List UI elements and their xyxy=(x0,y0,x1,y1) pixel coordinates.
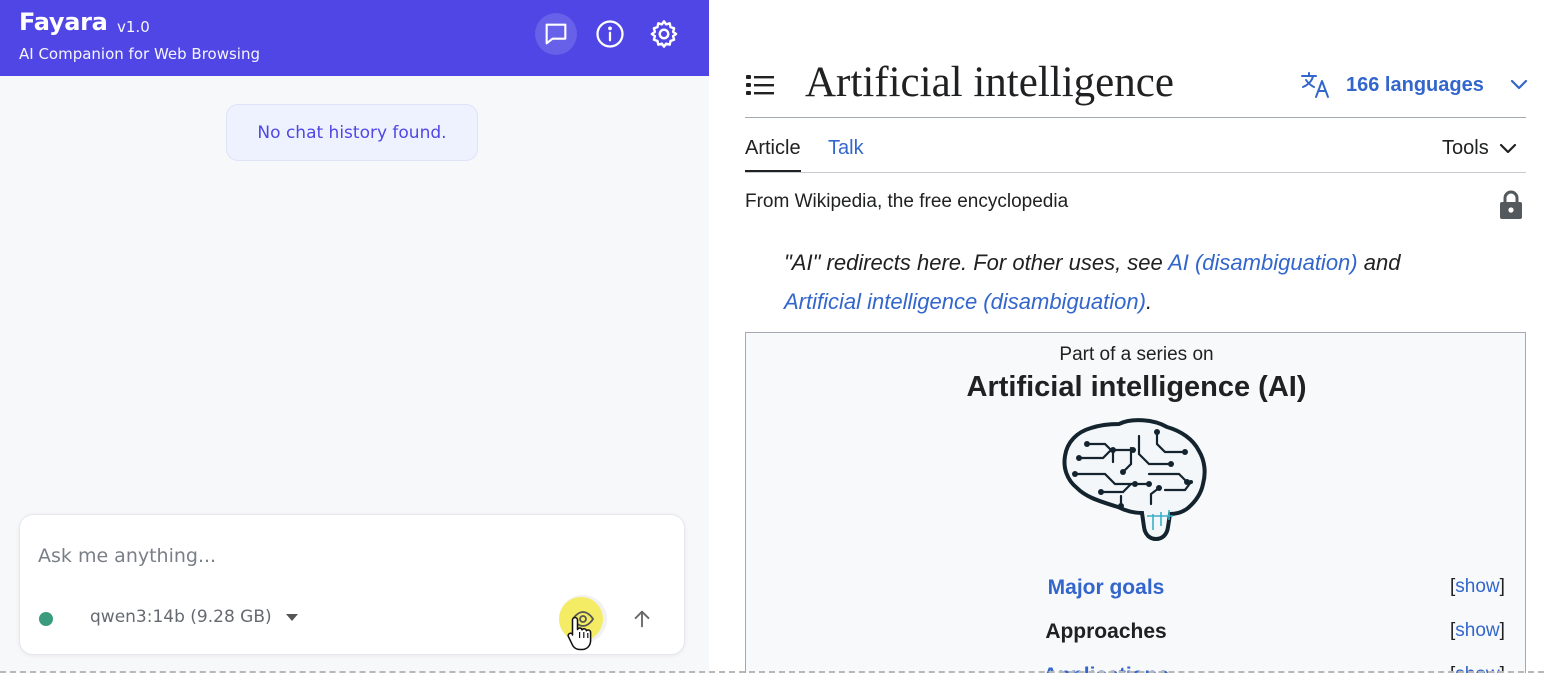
show-link[interactable]: show xyxy=(1455,620,1499,641)
model-status-dot xyxy=(39,612,53,626)
tools-label: Tools xyxy=(1442,137,1489,159)
model-selector[interactable]: qwen3:14b (9.28 GB) xyxy=(90,607,298,627)
send-button[interactable] xyxy=(622,599,662,639)
hatnote-text: and xyxy=(1357,250,1401,275)
infobox-row-label: Approaches xyxy=(1045,620,1167,643)
panel-header: Fayara v1.0 AI Companion for Web Browsin… xyxy=(0,0,709,76)
app-subtitle: AI Companion for Web Browsing xyxy=(19,45,261,63)
infobox-row-approaches: Approaches [show] xyxy=(746,620,1527,650)
site-tagline: From Wikipedia, the free encyclopedia xyxy=(745,191,1069,212)
arrow-up-icon xyxy=(634,610,650,628)
caret-down-icon xyxy=(285,613,298,621)
title-divider xyxy=(745,117,1526,118)
info-button[interactable] xyxy=(589,13,631,55)
translate-icon xyxy=(1301,72,1329,98)
chat-input[interactable] xyxy=(38,541,658,571)
link-ai-full-disambiguation[interactable]: Artificial intelligence (disambiguation) xyxy=(784,289,1146,314)
infobox-pretitle: Part of a series on xyxy=(1059,344,1214,365)
empty-history-message: No chat history found. xyxy=(226,104,478,161)
tools-menu-button[interactable]: Tools xyxy=(1442,137,1517,160)
tab-talk[interactable]: Talk xyxy=(828,137,864,160)
info-icon xyxy=(596,20,624,48)
chat-history-button[interactable] xyxy=(535,13,577,55)
show-toggle[interactable]: [show] xyxy=(1450,620,1505,642)
show-link[interactable]: show xyxy=(1455,576,1499,597)
model-name: qwen3:14b (9.28 GB) xyxy=(90,607,272,627)
hatnote-text: "AI" redirects here. For other uses, see xyxy=(784,250,1169,275)
chat-bubble-icon xyxy=(545,23,567,45)
assistant-panel: Fayara v1.0 AI Companion for Web Browsin… xyxy=(0,0,709,673)
infobox-row-major-goals: Major goals [show] xyxy=(746,576,1527,606)
app-title: Fayara xyxy=(19,8,108,36)
gear-icon xyxy=(650,20,678,48)
settings-button[interactable] xyxy=(643,13,685,55)
infobox-title: Artificial intelligence (AI) xyxy=(966,371,1307,403)
hand-pointer-cursor-icon xyxy=(567,616,592,651)
lock-icon[interactable] xyxy=(1498,189,1524,221)
chevron-down-icon xyxy=(1510,79,1527,90)
tabs-divider xyxy=(745,172,1526,173)
languages-count: 166 languages xyxy=(1346,73,1484,96)
series-infobox: Part of a series on Artificial intellige… xyxy=(745,332,1526,673)
show-toggle[interactable]: [show] xyxy=(1450,576,1505,598)
languages-button[interactable]: 166 languages xyxy=(1300,71,1528,99)
app-version: v1.0 xyxy=(117,18,150,36)
table-of-contents-icon[interactable] xyxy=(745,72,775,98)
hatnote-text: . xyxy=(1145,289,1153,314)
tab-article[interactable]: Article xyxy=(745,137,801,173)
infobox-row-label[interactable]: Major goals xyxy=(746,576,1466,600)
chevron-down-icon xyxy=(1499,143,1516,153)
circuit-brain-icon xyxy=(1062,418,1207,542)
link-ai-disambiguation[interactable]: AI (disambiguation) xyxy=(1168,250,1358,275)
hatnote: "AI" redirects here. For other uses, see… xyxy=(784,243,1524,321)
article-title: Artificial intelligence xyxy=(805,59,1174,106)
